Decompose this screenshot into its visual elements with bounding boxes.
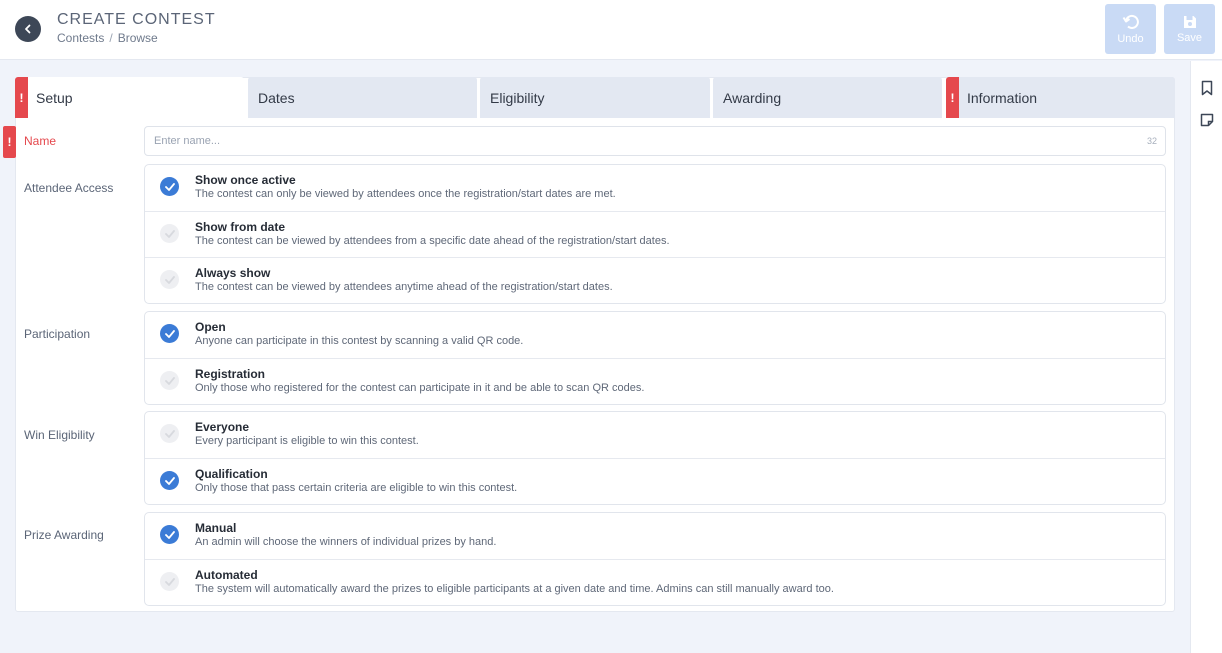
breadcrumb-browse[interactable]: Browse bbox=[118, 31, 158, 45]
check-icon bbox=[160, 525, 179, 544]
name-input[interactable] bbox=[144, 126, 1166, 156]
tab-information[interactable]: ! Information bbox=[946, 77, 1175, 118]
check-icon bbox=[160, 371, 179, 390]
option-show-from-date[interactable]: Show from date The contest can be viewed… bbox=[145, 211, 1165, 257]
option-title: Open bbox=[195, 320, 226, 334]
tab-dates[interactable]: Dates bbox=[248, 77, 477, 118]
check-icon bbox=[160, 424, 179, 443]
note-icon[interactable] bbox=[1200, 112, 1214, 128]
tab-label: Awarding bbox=[723, 89, 782, 106]
save-button[interactable]: Save bbox=[1164, 4, 1215, 54]
page-title: CREATE CONTEST bbox=[57, 11, 216, 28]
tab-error-indicator: ! bbox=[946, 77, 959, 118]
option-title: Show from date bbox=[195, 220, 286, 234]
chevron-left-icon bbox=[25, 24, 31, 34]
participation-label: Participation bbox=[24, 327, 91, 341]
option-registration[interactable]: Registration Only those who registered f… bbox=[145, 358, 1165, 404]
attendee-access-options: Show once active The contest can only be… bbox=[144, 164, 1166, 304]
back-button[interactable] bbox=[15, 16, 41, 42]
name-label: Name bbox=[24, 134, 57, 148]
check-icon bbox=[160, 177, 179, 196]
win-eligibility-label: Win Eligibility bbox=[24, 428, 95, 442]
option-title: Everyone bbox=[195, 420, 250, 434]
breadcrumb-separator: / bbox=[109, 31, 113, 45]
tab-label: Setup bbox=[36, 89, 73, 106]
breadcrumb-contests[interactable]: Contests bbox=[57, 31, 104, 45]
option-title: Show once active bbox=[195, 173, 296, 187]
tab-awarding[interactable]: Awarding bbox=[713, 77, 942, 118]
option-show-once-active[interactable]: Show once active The contest can only be… bbox=[145, 165, 1165, 211]
prize-awarding-label: Prize Awarding bbox=[24, 528, 104, 542]
option-open[interactable]: Open Anyone can participate in this cont… bbox=[145, 312, 1165, 358]
option-title: Qualification bbox=[195, 467, 268, 481]
option-automated[interactable]: Automated The system will automatically … bbox=[145, 559, 1165, 605]
option-title: Manual bbox=[195, 521, 237, 535]
undo-label: Undo bbox=[1117, 33, 1144, 45]
tab-label: Dates bbox=[258, 89, 295, 106]
name-error-indicator: ! bbox=[3, 126, 16, 158]
bookmark-icon[interactable] bbox=[1200, 80, 1214, 96]
check-icon bbox=[160, 471, 179, 490]
tab-bar: ! Setup Dates Eligibility Awarding ! Inf… bbox=[15, 77, 1175, 118]
option-description: Only those that pass certain criteria ar… bbox=[195, 482, 518, 494]
option-everyone[interactable]: Everyone Every participant is eligible t… bbox=[145, 412, 1165, 458]
check-icon bbox=[160, 224, 179, 243]
tab-error-indicator: ! bbox=[15, 77, 28, 118]
tab-eligibility[interactable]: Eligibility bbox=[480, 77, 710, 118]
option-description: The contest can be viewed by attendees f… bbox=[195, 235, 670, 247]
option-description: An admin will choose the winners of indi… bbox=[195, 536, 497, 548]
tab-label: Eligibility bbox=[490, 89, 545, 106]
undo-button[interactable]: Undo bbox=[1105, 4, 1156, 54]
option-title: Always show bbox=[195, 266, 271, 280]
breadcrumb: Contests / Browse bbox=[57, 31, 158, 45]
undo-icon bbox=[1122, 14, 1139, 29]
check-icon bbox=[160, 324, 179, 343]
option-manual[interactable]: Manual An admin will choose the winners … bbox=[145, 513, 1165, 559]
win-eligibility-options: Everyone Every participant is eligible t… bbox=[144, 411, 1166, 505]
check-icon bbox=[160, 572, 179, 591]
attendee-access-label: Attendee Access bbox=[24, 181, 114, 195]
right-rail bbox=[1190, 61, 1222, 653]
check-icon bbox=[160, 270, 179, 289]
option-title: Registration bbox=[195, 367, 266, 381]
option-always-show[interactable]: Always show The contest can be viewed by… bbox=[145, 257, 1165, 303]
top-bar: CREATE CONTEST Contests / Browse Undo Sa… bbox=[0, 0, 1222, 60]
option-description: Only those who registered for the contes… bbox=[195, 382, 645, 394]
option-description: The contest can be viewed by attendees a… bbox=[195, 281, 613, 293]
option-description: Anyone can participate in this contest b… bbox=[195, 335, 524, 347]
char-counter: 32 bbox=[1147, 136, 1158, 146]
option-description: Every participant is eligible to win thi… bbox=[195, 435, 419, 447]
save-label: Save bbox=[1176, 32, 1203, 44]
option-title: Automated bbox=[195, 568, 258, 582]
participation-options: Open Anyone can participate in this cont… bbox=[144, 311, 1166, 405]
tab-label: Information bbox=[967, 89, 1038, 106]
option-description: The contest can only be viewed by attend… bbox=[195, 188, 616, 200]
tab-setup[interactable]: ! Setup bbox=[15, 77, 244, 118]
prize-awarding-options: Manual An admin will choose the winners … bbox=[144, 512, 1166, 606]
floppy-disk-icon bbox=[1183, 16, 1196, 28]
option-description: The system will automatically award the … bbox=[195, 583, 834, 595]
option-qualification[interactable]: Qualification Only those that pass certa… bbox=[145, 458, 1165, 504]
